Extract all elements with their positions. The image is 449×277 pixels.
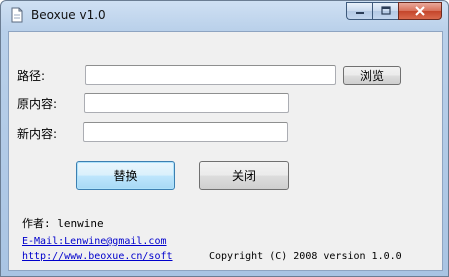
title-bar[interactable]: Beoxue v1.0 (1, 1, 448, 31)
website-link[interactable]: http://www.beoxue.cn/soft (22, 251, 173, 262)
app-window: Beoxue v1.0 路径: 浏览 原内容: 新内容: 替换 关闭 作者: l… (0, 0, 449, 277)
minimize-icon (355, 12, 364, 14)
new-content-input[interactable] (83, 122, 288, 142)
browse-button[interactable]: 浏览 (343, 66, 401, 85)
new-content-label: 新内容: (17, 127, 58, 141)
close-button[interactable]: 关闭 (199, 161, 289, 190)
email-link[interactable]: E-Mail:Lenwine@gmail.com (22, 236, 167, 247)
close-window-button[interactable] (398, 2, 442, 20)
caption-buttons (346, 2, 442, 21)
maximize-icon (380, 6, 391, 15)
minimize-button[interactable] (346, 2, 372, 20)
original-content-input[interactable] (84, 93, 289, 113)
maximize-button[interactable] (372, 2, 398, 20)
close-icon (415, 6, 425, 16)
window-title: Beoxue v1.0 (31, 8, 106, 22)
copyright-text: Copyright (C) 2008 version 1.0.0 (209, 251, 402, 262)
path-input[interactable] (85, 65, 336, 85)
dialog-body: 路径: 浏览 原内容: 新内容: 替换 关闭 作者: lenwine E-Mai… (8, 31, 443, 271)
original-content-label: 原内容: (17, 97, 58, 111)
author-text: 作者: lenwine (22, 217, 104, 230)
path-label: 路径: (17, 69, 46, 83)
replace-button[interactable]: 替换 (76, 161, 175, 190)
app-icon (11, 7, 23, 23)
